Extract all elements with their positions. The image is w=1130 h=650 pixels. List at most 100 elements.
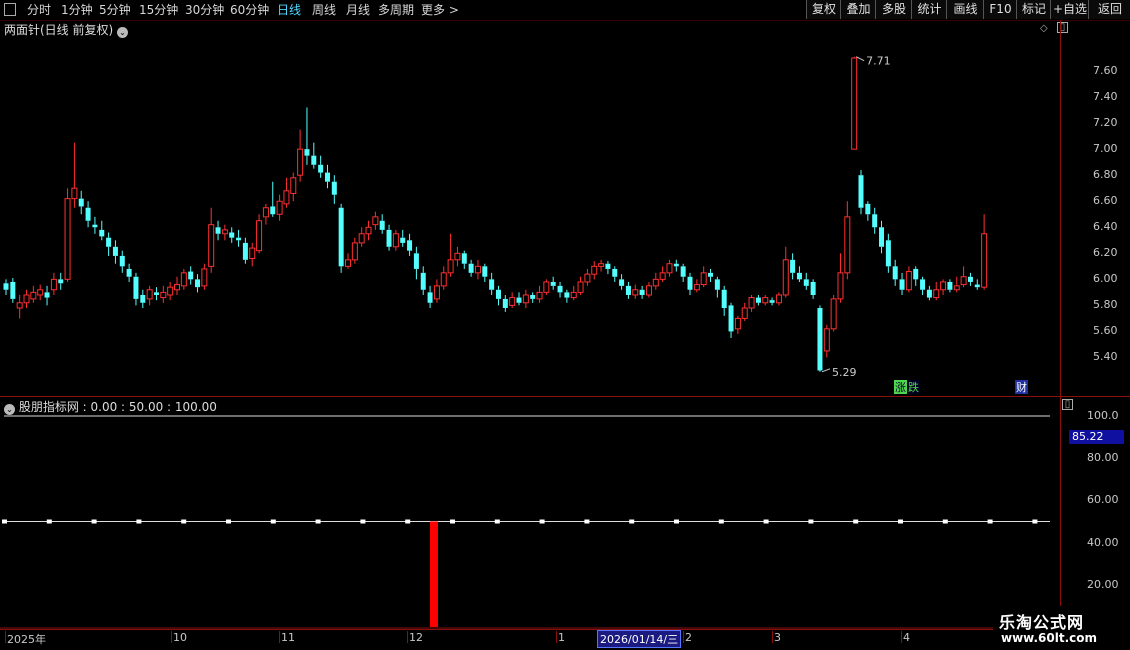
candle-body	[495, 289, 501, 299]
candle-body	[516, 297, 522, 303]
candle-body	[10, 281, 16, 299]
candle-body	[318, 164, 324, 173]
candle-body	[536, 291, 543, 300]
candle-body	[652, 278, 659, 287]
candle-body	[953, 285, 960, 291]
candle-body	[160, 291, 167, 299]
price-tick-label: 6.80	[1093, 168, 1118, 182]
mid-level-dot	[226, 519, 231, 524]
price-chart[interactable]: 7.71 5.29 涨跌 财	[0, 0, 1060, 630]
candle-body	[188, 271, 194, 280]
mid-level-dot	[270, 519, 276, 524]
date-tick-label: 11	[281, 631, 295, 644]
candle-body	[174, 284, 180, 291]
candle-body	[734, 317, 741, 330]
candle-body	[276, 200, 283, 215]
mid-level-dot	[181, 519, 187, 524]
candle-body	[324, 172, 330, 182]
candle-body	[557, 285, 563, 293]
candle-body	[92, 224, 98, 228]
candle-body	[830, 298, 837, 330]
watermark-logo: 乐淘公式网 www.60lt.com	[993, 606, 1130, 650]
candle-body	[427, 292, 433, 303]
axis-divider	[1060, 20, 1061, 630]
candle-body	[126, 268, 132, 277]
candle-body	[407, 240, 413, 251]
candle-body	[16, 302, 23, 309]
candle-body	[30, 291, 37, 300]
date-tick-label: 10	[173, 631, 187, 644]
candle-body	[153, 292, 159, 295]
candle-body	[639, 289, 645, 295]
date-tick-label: 2025年	[7, 633, 46, 646]
indicator-tick-label: 20.00	[1087, 577, 1119, 591]
logo-url: www.60lt.com	[1001, 631, 1098, 645]
candle-body	[790, 259, 796, 273]
mid-level-dot	[853, 519, 859, 524]
candle-body	[858, 175, 864, 208]
candle-body	[290, 177, 297, 194]
mid-level-dot	[91, 519, 97, 524]
candle-body	[221, 229, 228, 235]
candle-body	[960, 276, 967, 286]
mid-level-dot	[674, 519, 679, 524]
event-marker-0: 涨	[895, 381, 906, 394]
candle-body	[372, 216, 379, 226]
candle-body	[981, 233, 988, 288]
candle-body	[400, 237, 406, 243]
candle-body	[249, 247, 256, 260]
mid-level-dot	[987, 519, 993, 524]
price-tick-label: 7.20	[1093, 116, 1118, 130]
candle-body	[905, 271, 912, 291]
price-tick-label: 6.00	[1093, 272, 1118, 286]
mid-level-dot	[405, 519, 411, 524]
candle-body	[967, 276, 973, 282]
date-tick-label: 4	[903, 631, 910, 644]
candle-body	[933, 289, 940, 299]
candle-body	[71, 187, 78, 200]
event-marker-2: 财	[1016, 380, 1027, 394]
candle-body	[666, 263, 673, 274]
price-tick-label: 7.00	[1093, 142, 1118, 156]
mid-level-dot	[584, 519, 590, 524]
panel-toggle-icon[interactable]: ▯	[1062, 399, 1073, 410]
indicator-tick-label: 100.0	[1087, 409, 1119, 422]
price-tick-label: 5.40	[1093, 350, 1118, 364]
candle-body	[112, 246, 118, 256]
indicator-tick-label: 60.00	[1087, 493, 1119, 507]
candle-body	[782, 259, 789, 296]
mid-level-dot	[808, 519, 814, 524]
candle-body	[146, 289, 153, 300]
signal-bar	[430, 521, 438, 627]
candle-body	[345, 259, 351, 267]
candle-body	[837, 272, 844, 300]
date-tick	[772, 631, 773, 643]
candle-body	[899, 279, 905, 290]
candle-body	[50, 278, 57, 291]
candle-body	[755, 297, 761, 303]
candle-body	[879, 227, 885, 247]
candle-body	[283, 190, 290, 205]
mid-level-dot	[629, 519, 635, 524]
candle-body	[351, 242, 358, 261]
candle-body	[865, 203, 871, 215]
toolbar-button-8[interactable]: 返回	[1088, 0, 1130, 19]
candle-body	[708, 272, 714, 277]
candle-body	[947, 281, 953, 290]
candle-body	[817, 307, 823, 371]
candle-body	[775, 294, 782, 304]
candle-body	[338, 207, 344, 267]
candle-body	[215, 227, 221, 234]
candle-body	[625, 285, 631, 295]
indicator-tick-label: 80.00	[1087, 451, 1119, 465]
date-tick-label: 1	[558, 631, 565, 644]
price-tick-label: 6.60	[1093, 194, 1118, 208]
candle-body	[680, 266, 686, 277]
candle-body	[180, 272, 187, 287]
indicator-tick-label: 40.00	[1087, 535, 1119, 549]
candle-body	[433, 285, 440, 300]
candle-body	[262, 207, 269, 218]
candle-body	[208, 224, 215, 267]
candle-body	[440, 272, 447, 287]
candle-body	[201, 268, 208, 287]
